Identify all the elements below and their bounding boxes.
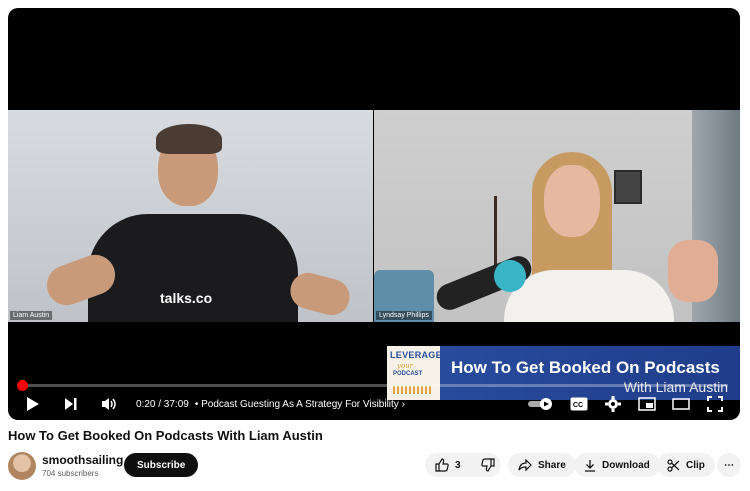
autoplay-toggle-icon[interactable] (526, 393, 556, 415)
like-count: 3 (455, 459, 461, 471)
scissors-icon (667, 458, 680, 472)
download-button[interactable]: Download (574, 453, 660, 477)
channel-name[interactable]: smoothsailing (42, 453, 123, 467)
video-title: How To Get Booked On Podcasts With Liam … (8, 428, 323, 443)
miniplayer-icon[interactable] (636, 393, 658, 415)
participant-name-label: Liam Austin (10, 311, 53, 320)
player-controls-right: CC (526, 393, 726, 415)
channel-avatar[interactable] (8, 452, 36, 480)
more-actions-button[interactable]: ⋯ (717, 453, 741, 477)
subscriber-count: 704 subscribers (42, 469, 99, 478)
subscribe-button[interactable]: Subscribe (124, 453, 199, 477)
video-player[interactable]: talks.co Liam Austin Lyndsay Phillips LE… (8, 8, 740, 420)
microphone-tip (494, 260, 526, 292)
participant-face (544, 165, 600, 237)
gear-icon[interactable] (602, 393, 624, 415)
logo-text: PODCAST (393, 371, 423, 377)
captions-label: CC (573, 402, 583, 409)
clip-button[interactable]: Clip (657, 453, 715, 477)
captions-icon[interactable]: CC (568, 393, 590, 415)
participant-hair (156, 124, 222, 154)
channel-info[interactable]: smoothsailing 704 subscribers (42, 453, 123, 478)
logo-text: your (397, 362, 414, 370)
more-icon: ⋯ (724, 459, 734, 471)
scrubber-handle[interactable] (17, 380, 28, 391)
thumbs-up-icon (435, 458, 449, 472)
theater-icon[interactable] (670, 393, 692, 415)
logo-text: LEVERAGE (390, 350, 442, 360)
background-frame (614, 170, 642, 204)
progress-bar[interactable] (20, 384, 728, 387)
next-icon[interactable] (60, 393, 82, 415)
share-label: Share (538, 459, 566, 471)
chapter-text: • Podcast Guesting As A Strategy For Vis… (194, 398, 399, 410)
clip-label: Clip (686, 459, 705, 471)
time-display: 0:20 / 37:09 (136, 398, 189, 410)
participant-name-label: Lyndsay Phillips (376, 311, 432, 320)
right-participant-pane: Lyndsay Phillips (374, 110, 740, 322)
player-controls-left: 0:20 / 37:09 • Podcast Guesting As A Str… (22, 393, 405, 415)
fullscreen-icon[interactable] (704, 393, 726, 415)
share-icon (518, 459, 532, 471)
title-card-heading: How To Get Booked On Podcasts (451, 358, 720, 377)
shirt-logo: talks.co (160, 290, 213, 306)
page: talks.co Liam Austin Lyndsay Phillips LE… (0, 0, 750, 491)
volume-icon[interactable] (98, 393, 120, 415)
chevron-right-icon: › (401, 398, 405, 410)
thumbs-down-icon (480, 458, 495, 472)
podcast-logo: LEVERAGE your PODCAST (387, 346, 442, 400)
dislike-button[interactable] (471, 453, 505, 477)
participant-hand (668, 240, 718, 302)
like-dislike-group: 3 (425, 453, 501, 477)
chapter-title[interactable]: • Podcast Guesting As A Strategy For Vis… (195, 399, 405, 410)
title-card: LEVERAGE your PODCAST How To Get Booked … (387, 346, 740, 400)
download-label: Download (602, 459, 650, 471)
share-button[interactable]: Share (508, 453, 576, 477)
participant-body (504, 270, 674, 322)
play-icon[interactable] (22, 393, 44, 415)
left-participant-pane: talks.co Liam Austin (8, 110, 373, 322)
like-button[interactable]: 3 (425, 453, 471, 477)
download-icon (585, 459, 595, 472)
